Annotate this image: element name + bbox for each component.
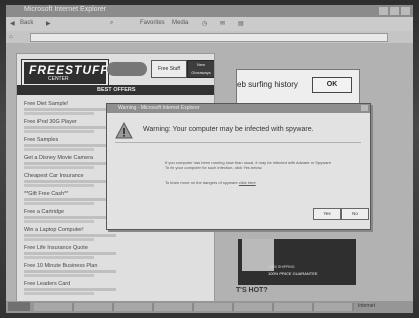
dialog-body: If you computer has been running slow th…: [165, 160, 332, 170]
offers-header-label: BEST OFFERS: [97, 87, 136, 93]
history-icon[interactable]: ◷: [202, 20, 207, 27]
freestuff-logo: FREESTUFF CENTER: [21, 59, 109, 87]
maximize-button[interactable]: [390, 7, 399, 15]
offer-title[interactable]: Free Life Insurance Quote: [24, 245, 124, 251]
hot-text: T'S HOT?: [236, 287, 268, 294]
spyware-warning-dialog: Warning - Microsoft Internet Explorer Wa…: [106, 103, 371, 230]
warning-icon: [115, 122, 133, 139]
dialog-heading: Warning: Your computer may be infected w…: [143, 126, 314, 133]
offer-item[interactable]: Free 10 Minute Business Plan: [24, 263, 124, 277]
history-popup-text: eb surfing history: [237, 80, 298, 89]
address-label-icon: ⌂: [9, 34, 13, 40]
dialog-click-here-link[interactable]: click here: [239, 180, 256, 185]
history-ok-button[interactable]: OK: [312, 77, 352, 93]
minimize-button[interactable]: [379, 7, 388, 15]
history-popup: eb surfing history OK: [236, 69, 360, 105]
offers-header: BEST OFFERS: [17, 85, 214, 95]
browser-title-bar: Microsoft Internet Explorer: [6, 5, 413, 17]
offer-item[interactable]: Free Leaders Card: [24, 281, 124, 295]
logo-subtext: CENTER: [48, 76, 69, 82]
offer-item[interactable]: Free Life Insurance Quote: [24, 245, 124, 259]
start-button[interactable]: [8, 302, 30, 311]
screen: Microsoft Internet Explorer ◀ Back ▶ ⌕ F…: [6, 5, 413, 313]
browser-toolbar: ◀ Back ▶ ⌕ Favorites Media ◷ ✉ ▤: [6, 17, 413, 31]
ad-line-1: 1-800 SHIPPING: [268, 265, 295, 269]
ad-line-2: 100% PRICE GUARANTEE: [268, 271, 318, 276]
new-giveaways-button[interactable]: New Giveaways: [187, 60, 214, 78]
logo-text: FREESTUFF: [29, 63, 109, 77]
search-button[interactable]: ⌕: [110, 20, 113, 27]
back-button[interactable]: Back: [20, 20, 33, 26]
dialog-close-button[interactable]: [361, 105, 368, 111]
media-button[interactable]: Media: [172, 20, 188, 26]
dialog-learn-more: To learn more on the dangers of spyware …: [165, 180, 256, 185]
offer-title[interactable]: Free 10 Minute Business Plan: [24, 263, 124, 269]
favorites-button[interactable]: Favorites: [140, 20, 165, 26]
close-button[interactable]: [401, 7, 410, 15]
status-zone: Internet: [358, 303, 375, 309]
address-input[interactable]: [30, 33, 388, 42]
taskbar-items[interactable]: [34, 303, 354, 311]
back-arrow-icon[interactable]: ◀: [10, 20, 15, 27]
address-bar: ⌂: [6, 31, 413, 43]
dialog-separator: [115, 142, 361, 143]
no-button[interactable]: No: [341, 208, 369, 220]
taskbar: Internet: [6, 301, 413, 313]
free-stuff-button[interactable]: Free Stuff: [151, 60, 187, 78]
browser-title: Microsoft Internet Explorer: [24, 6, 107, 13]
forward-arrow-icon[interactable]: ▶: [46, 20, 51, 27]
dialog-prompt-text: To learn more on the dangers of spyware: [165, 180, 238, 185]
yes-button[interactable]: Yes: [313, 208, 341, 220]
dialog-title: Warning - Microsoft Internet Explorer: [118, 105, 200, 111]
mail-icon[interactable]: ✉: [220, 20, 225, 27]
logo-badge-icon: [107, 62, 147, 76]
window-controls: [379, 7, 410, 15]
shipping-ad[interactable]: 1-800 SHIPPING 100% PRICE GUARANTEE: [238, 239, 356, 285]
print-icon[interactable]: ▤: [238, 20, 244, 27]
dialog-title-bar: Warning - Microsoft Internet Explorer: [107, 104, 370, 113]
offer-title[interactable]: Free Leaders Card: [24, 281, 124, 287]
